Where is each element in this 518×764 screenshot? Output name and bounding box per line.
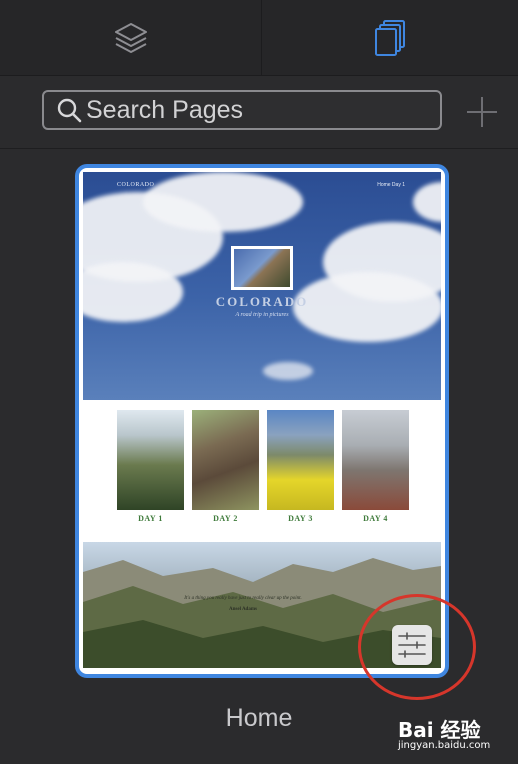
thumbnail-brand: COLORADO: [117, 182, 155, 188]
thumbnail-subtitle: A road trip in pictures: [235, 312, 289, 318]
thumbnail-quote: It's a thing you really have just to rea…: [184, 596, 302, 601]
thumbnail-title: COLORADO: [215, 294, 309, 309]
day-card: DAY 4: [342, 410, 409, 523]
day-label: DAY 3: [288, 514, 313, 523]
hero-photo: [231, 246, 293, 290]
watermark: Bai 经验 jingyan.baidu.com: [398, 710, 518, 756]
days-gallery: DAY 1 DAY 2 DAY 3 DAY 4: [83, 400, 441, 542]
day-label: DAY 4: [363, 514, 388, 523]
page-preview: COLORADO Home Day 1 COLORADO A road trip…: [83, 172, 441, 668]
tab-layers[interactable]: [0, 0, 262, 75]
search-field[interactable]: [42, 90, 442, 130]
search-icon: [57, 98, 82, 123]
thumbnail-nav: Home Day 1: [377, 182, 405, 188]
hero-section: COLORADO Home Day 1 COLORADO A road trip…: [83, 172, 441, 400]
day-card: DAY 2: [192, 410, 259, 523]
tab-pages[interactable]: [262, 0, 518, 75]
plus-icon: [467, 97, 497, 127]
highlight-ring: [358, 594, 476, 700]
day-card: DAY 1: [117, 410, 184, 523]
day-label: DAY 1: [138, 514, 163, 523]
day-card: DAY 3: [267, 410, 334, 523]
thumbnail-quote-author: Ansel Adams: [229, 607, 257, 612]
day-label: DAY 2: [213, 514, 238, 523]
layers-icon: [114, 22, 147, 53]
pages-icon: [375, 19, 405, 56]
watermark-url: jingyan.baidu.com: [398, 740, 491, 751]
search-input[interactable]: [84, 94, 418, 126]
tab-bar: [0, 0, 518, 76]
search-row: [0, 76, 518, 149]
watermark-text: Bai 经验: [398, 718, 481, 742]
add-page-button[interactable]: [462, 94, 502, 130]
